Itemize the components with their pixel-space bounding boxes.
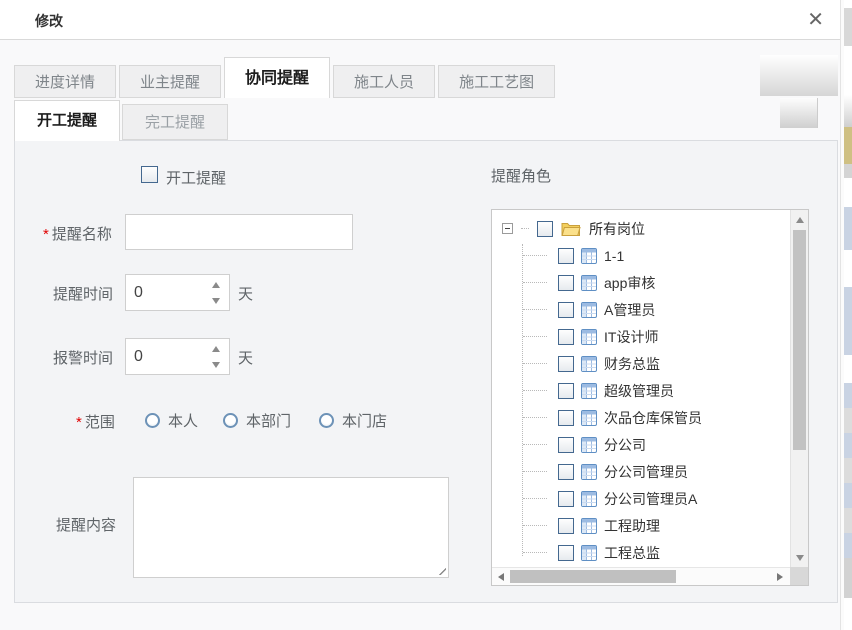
tree-item[interactable]: A管理员	[492, 296, 791, 323]
spinner-up-icon[interactable]	[207, 278, 225, 291]
sub-tab-bar: 开工提醒 完工提醒	[14, 100, 230, 141]
tree-item-root[interactable]: 所有岗位	[492, 215, 791, 242]
tab-progress-detail[interactable]: 进度详情	[14, 65, 116, 98]
role-table-icon	[581, 302, 597, 318]
tree-item[interactable]: 分公司管理员	[492, 458, 791, 485]
scroll-down-icon[interactable]	[796, 555, 804, 561]
tree-item[interactable]: IT设计师	[492, 323, 791, 350]
reminder-content-label: 提醒内容	[56, 514, 116, 535]
subtab-completion-reminder[interactable]: 完工提醒	[122, 104, 228, 140]
role-table-icon	[581, 464, 597, 480]
background-page-strip	[844, 0, 852, 630]
checkbox[interactable]	[558, 356, 574, 372]
scope-option-self[interactable]: 本人	[145, 410, 198, 431]
close-icon[interactable]: ✕	[807, 6, 824, 34]
checkbox[interactable]	[558, 383, 574, 399]
tree-item[interactable]: 工程助理	[492, 512, 791, 539]
tree-item[interactable]: 分公司管理员A	[492, 485, 791, 512]
scroll-right-icon[interactable]	[777, 573, 783, 581]
remind-time-label: 提醒时间	[53, 283, 113, 304]
checkbox[interactable]	[558, 491, 574, 507]
checkbox[interactable]	[558, 437, 574, 453]
roles-tree: 所有岗位 1-1 app审核 A管理员	[492, 210, 791, 568]
tree-item[interactable]: 超级管理员	[492, 377, 791, 404]
checkbox[interactable]	[558, 248, 574, 264]
checkbox[interactable]	[537, 221, 553, 237]
start-work-reminder-checkbox-label: 开工提醒	[166, 167, 226, 188]
scroll-up-icon[interactable]	[796, 217, 804, 223]
tab-construction-staff[interactable]: 施工人员	[333, 65, 435, 98]
role-table-icon	[581, 518, 597, 534]
modal-dialog: 修改 ✕ 进度详情 业主提醒 协同提醒 施工人员 施工工艺图 开工提醒 完工提醒…	[0, 0, 841, 630]
remind-time-spinner	[125, 274, 230, 311]
alarm-time-unit: 天	[238, 347, 253, 368]
tree-item[interactable]: 财务总监	[492, 350, 791, 377]
reminder-content-textarea[interactable]	[133, 477, 449, 578]
checkbox[interactable]	[558, 464, 574, 480]
radio-icon[interactable]	[223, 413, 238, 428]
spinner-up-icon[interactable]	[207, 342, 225, 355]
role-table-icon	[581, 410, 597, 426]
role-table-icon	[581, 383, 597, 399]
checkbox[interactable]	[558, 275, 574, 291]
start-work-reminder-checkbox[interactable]	[141, 166, 158, 183]
checkbox[interactable]	[558, 545, 574, 561]
tab-owner-reminder[interactable]: 业主提醒	[119, 65, 221, 98]
dialog-title: 修改	[35, 11, 63, 31]
form-panel: 开工提醒 *提醒名称 提醒时间 天 报警时间 天 *范围 本人	[14, 140, 838, 603]
checkbox[interactable]	[558, 518, 574, 534]
required-marker: *	[43, 226, 49, 243]
scroll-left-icon[interactable]	[498, 573, 504, 581]
checkbox[interactable]	[558, 329, 574, 345]
checkbox[interactable]	[558, 302, 574, 318]
radio-icon[interactable]	[145, 413, 160, 428]
tree-connector	[521, 228, 529, 229]
role-table-icon	[581, 248, 597, 264]
background-remnant	[760, 55, 838, 96]
tree-item[interactable]: 工程总监	[492, 539, 791, 566]
main-tab-bar: 进度详情 业主提醒 协同提醒 施工人员 施工工艺图	[14, 57, 558, 98]
vertical-scrollbar-thumb[interactable]	[793, 230, 806, 450]
subtab-start-work-reminder[interactable]: 开工提醒	[14, 100, 120, 141]
horizontal-scrollbar[interactable]	[492, 567, 791, 585]
spinner-down-icon[interactable]	[207, 294, 225, 307]
tree-item[interactable]: app审核	[492, 269, 791, 296]
collapse-icon[interactable]	[502, 223, 513, 234]
required-marker: *	[76, 414, 82, 431]
radio-icon[interactable]	[319, 413, 334, 428]
alarm-time-label: 报警时间	[53, 347, 113, 368]
role-table-icon	[581, 329, 597, 345]
tab-construction-process-diagram[interactable]: 施工工艺图	[438, 65, 555, 98]
dialog-header: 修改 ✕	[0, 0, 840, 40]
role-table-icon	[581, 437, 597, 453]
reminder-name-label: *提醒名称	[43, 223, 112, 244]
remind-time-unit: 天	[238, 283, 253, 304]
tree-item[interactable]: 次品仓库保管员	[492, 404, 791, 431]
reminder-name-input[interactable]	[125, 214, 353, 250]
tree-item[interactable]: 分公司	[492, 431, 791, 458]
tree-item[interactable]: 1-1	[492, 242, 791, 269]
roles-tree-box: 所有岗位 1-1 app审核 A管理员	[491, 209, 809, 586]
reminder-roles-title: 提醒角色	[491, 165, 551, 186]
checkbox[interactable]	[558, 410, 574, 426]
scope-option-department[interactable]: 本部门	[223, 410, 291, 431]
folder-open-icon	[561, 221, 581, 236]
role-table-icon	[581, 545, 597, 561]
role-table-icon	[581, 275, 597, 291]
scrollbar-corner	[790, 567, 808, 585]
background-remnant	[780, 98, 818, 128]
alarm-time-spinner	[125, 338, 230, 375]
scope-option-store[interactable]: 本门店	[319, 410, 387, 431]
role-table-icon	[581, 356, 597, 372]
vertical-scrollbar[interactable]	[790, 210, 808, 568]
horizontal-scrollbar-thumb[interactable]	[510, 570, 676, 583]
scope-label: *范围	[76, 411, 115, 432]
tab-collaborative-reminder[interactable]: 协同提醒	[224, 57, 330, 98]
role-table-icon	[581, 491, 597, 507]
spinner-down-icon[interactable]	[207, 358, 225, 371]
